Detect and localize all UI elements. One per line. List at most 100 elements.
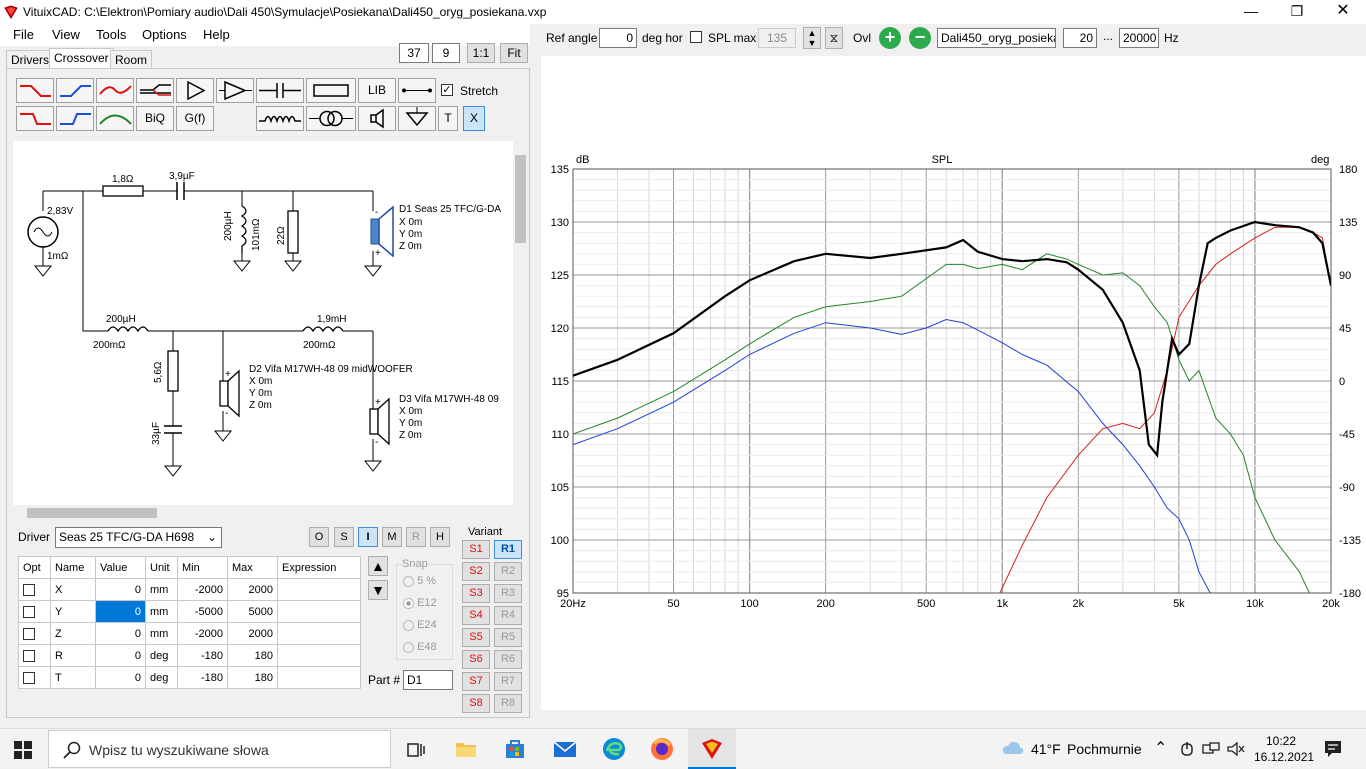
variant-r4-button[interactable]: R4: [494, 606, 522, 625]
table-row[interactable]: R 0 deg -180 180: [18, 644, 361, 667]
weather-desc[interactable]: Pochmurnie: [1067, 741, 1142, 757]
schematic-hscrollbar[interactable]: [13, 505, 513, 521]
variant-s8-button[interactable]: S8: [462, 694, 490, 713]
tab-crossover[interactable]: Crossover: [49, 48, 114, 69]
close-button[interactable]: ✕: [1320, 0, 1366, 24]
buffer-button[interactable]: [176, 78, 214, 103]
variant-s4-button[interactable]: S4: [462, 606, 490, 625]
highpass-blue-2-button[interactable]: [56, 106, 94, 131]
spl-max-checkbox[interactable]: [690, 31, 702, 43]
library-button[interactable]: LIB: [358, 78, 396, 103]
mode-r-button[interactable]: R: [406, 527, 426, 547]
opt-checkbox[interactable]: [23, 671, 35, 684]
variant-r3-button[interactable]: R3: [494, 584, 522, 603]
opt-checkbox[interactable]: [23, 583, 35, 596]
spl-updown-button[interactable]: ▲ ▼: [803, 27, 821, 49]
gf-button[interactable]: G(f): [176, 106, 214, 131]
variant-s2-button[interactable]: S2: [462, 562, 490, 581]
minimize-button[interactable]: —: [1228, 0, 1274, 24]
param-expression[interactable]: [277, 644, 361, 667]
zoom-b-input[interactable]: 9: [432, 43, 460, 63]
overlay-name-input[interactable]: Dali450_oryg_posiekana: [937, 28, 1056, 48]
param-min[interactable]: -5000: [177, 600, 228, 623]
windows-start-icon[interactable]: [14, 741, 32, 759]
variant-r7-button[interactable]: R7: [494, 672, 522, 691]
param-max[interactable]: 5000: [227, 600, 278, 623]
weather-temp[interactable]: 41°F: [1031, 741, 1061, 757]
ref-angle-input[interactable]: 0: [599, 28, 637, 48]
snap-option-e48[interactable]: E48: [403, 641, 437, 653]
variant-s1-button[interactable]: S1: [462, 540, 490, 559]
part-number-input[interactable]: D1: [403, 670, 453, 690]
capacitor-button[interactable]: [256, 78, 304, 103]
biquad-button[interactable]: BiQ: [136, 106, 174, 131]
opt-checkbox[interactable]: [23, 649, 35, 662]
maximize-button[interactable]: ❐: [1274, 0, 1320, 24]
variant-r8-button[interactable]: R8: [494, 694, 522, 713]
freq-min-input[interactable]: 20: [1063, 28, 1097, 48]
variant-r5-button[interactable]: R5: [494, 628, 522, 647]
table-row[interactable]: X 0 mm -2000 2000: [18, 578, 361, 601]
variant-r6-button[interactable]: R6: [494, 650, 522, 669]
network-icon[interactable]: [1202, 742, 1220, 756]
mode-o-button[interactable]: O: [309, 527, 329, 547]
one-to-one-button[interactable]: 1:1: [467, 43, 495, 63]
variant-r2-button[interactable]: R2: [494, 562, 522, 581]
variant-r1-button[interactable]: R1: [494, 540, 522, 559]
mode-i-button[interactable]: I: [358, 527, 378, 547]
param-expression[interactable]: [277, 578, 361, 601]
lowpass-red-2-button[interactable]: [16, 106, 54, 131]
mode-h-button[interactable]: H: [430, 527, 450, 547]
spl-reset-button[interactable]: ⧖: [825, 27, 843, 49]
mode-s-button[interactable]: S: [334, 527, 354, 547]
param-min[interactable]: -2000: [177, 578, 228, 601]
transformer-button[interactable]: [306, 106, 356, 131]
usb-device-icon[interactable]: [1180, 741, 1194, 757]
driver-button[interactable]: [358, 106, 396, 131]
table-row[interactable]: T 0 deg -180 180: [18, 666, 361, 689]
highpass-blue-button[interactable]: [56, 78, 94, 103]
resistor-button[interactable]: [306, 78, 356, 103]
clock-time[interactable]: 10:22: [1266, 734, 1296, 748]
param-max[interactable]: 180: [227, 644, 278, 667]
tab-room[interactable]: Room: [110, 50, 153, 69]
snap-option-5[interactable]: 5 %: [403, 575, 436, 587]
schematic-canvas[interactable]: 2,83V 1mΩ 1,8Ω 3,9µF 200µH 101mΩ 22Ω - + …: [13, 141, 515, 505]
remove-overlay-icon[interactable]: −: [909, 27, 931, 49]
ground-button[interactable]: [398, 106, 436, 131]
param-value[interactable]: 0: [95, 578, 146, 601]
variant-s6-button[interactable]: S6: [462, 650, 490, 669]
menu-options[interactable]: Options: [142, 27, 187, 42]
tab-drivers[interactable]: Drivers: [6, 50, 54, 69]
volume-muted-icon[interactable]: [1227, 741, 1245, 757]
opt-checkbox[interactable]: [23, 627, 35, 640]
snap-option-e24[interactable]: E24: [403, 619, 437, 631]
driver-select[interactable]: Seas 25 TFC/G-DA H698 ⌄: [55, 527, 222, 548]
file-explorer-icon[interactable]: [455, 739, 477, 759]
vituixcad-taskbar-button[interactable]: [688, 729, 736, 769]
wire-button[interactable]: [398, 78, 436, 103]
edge-browser-icon[interactable]: [602, 737, 626, 761]
variant-s7-button[interactable]: S7: [462, 672, 490, 691]
move-down-button[interactable]: ▼: [368, 580, 388, 600]
task-view-icon[interactable]: [406, 741, 426, 759]
variant-s5-button[interactable]: S5: [462, 628, 490, 647]
menu-tools[interactable]: Tools: [96, 27, 126, 42]
schematic-vscrollbar[interactable]: [513, 141, 528, 505]
param-value[interactable]: 0: [95, 666, 146, 689]
driver-parameter-grid[interactable]: Opt Name Value Unit Min Max Expression X…: [18, 556, 361, 689]
param-max[interactable]: 2000: [227, 578, 278, 601]
param-min[interactable]: -2000: [177, 622, 228, 645]
param-expression[interactable]: [277, 600, 361, 623]
param-max[interactable]: 180: [227, 666, 278, 689]
move-up-button[interactable]: ▲: [368, 556, 388, 576]
taskbar-search-box[interactable]: Wpisz tu wyszukiwane słowa: [48, 730, 391, 768]
stretch-checkbox[interactable]: ✓: [441, 84, 453, 96]
x-button[interactable]: X: [463, 106, 485, 131]
snap-option-e12[interactable]: E12: [403, 597, 437, 609]
mode-m-button[interactable]: M: [382, 527, 402, 547]
add-overlay-icon[interactable]: +: [879, 27, 901, 49]
menu-view[interactable]: View: [52, 27, 80, 42]
variant-s3-button[interactable]: S3: [462, 584, 490, 603]
allpass-button[interactable]: [136, 78, 174, 103]
